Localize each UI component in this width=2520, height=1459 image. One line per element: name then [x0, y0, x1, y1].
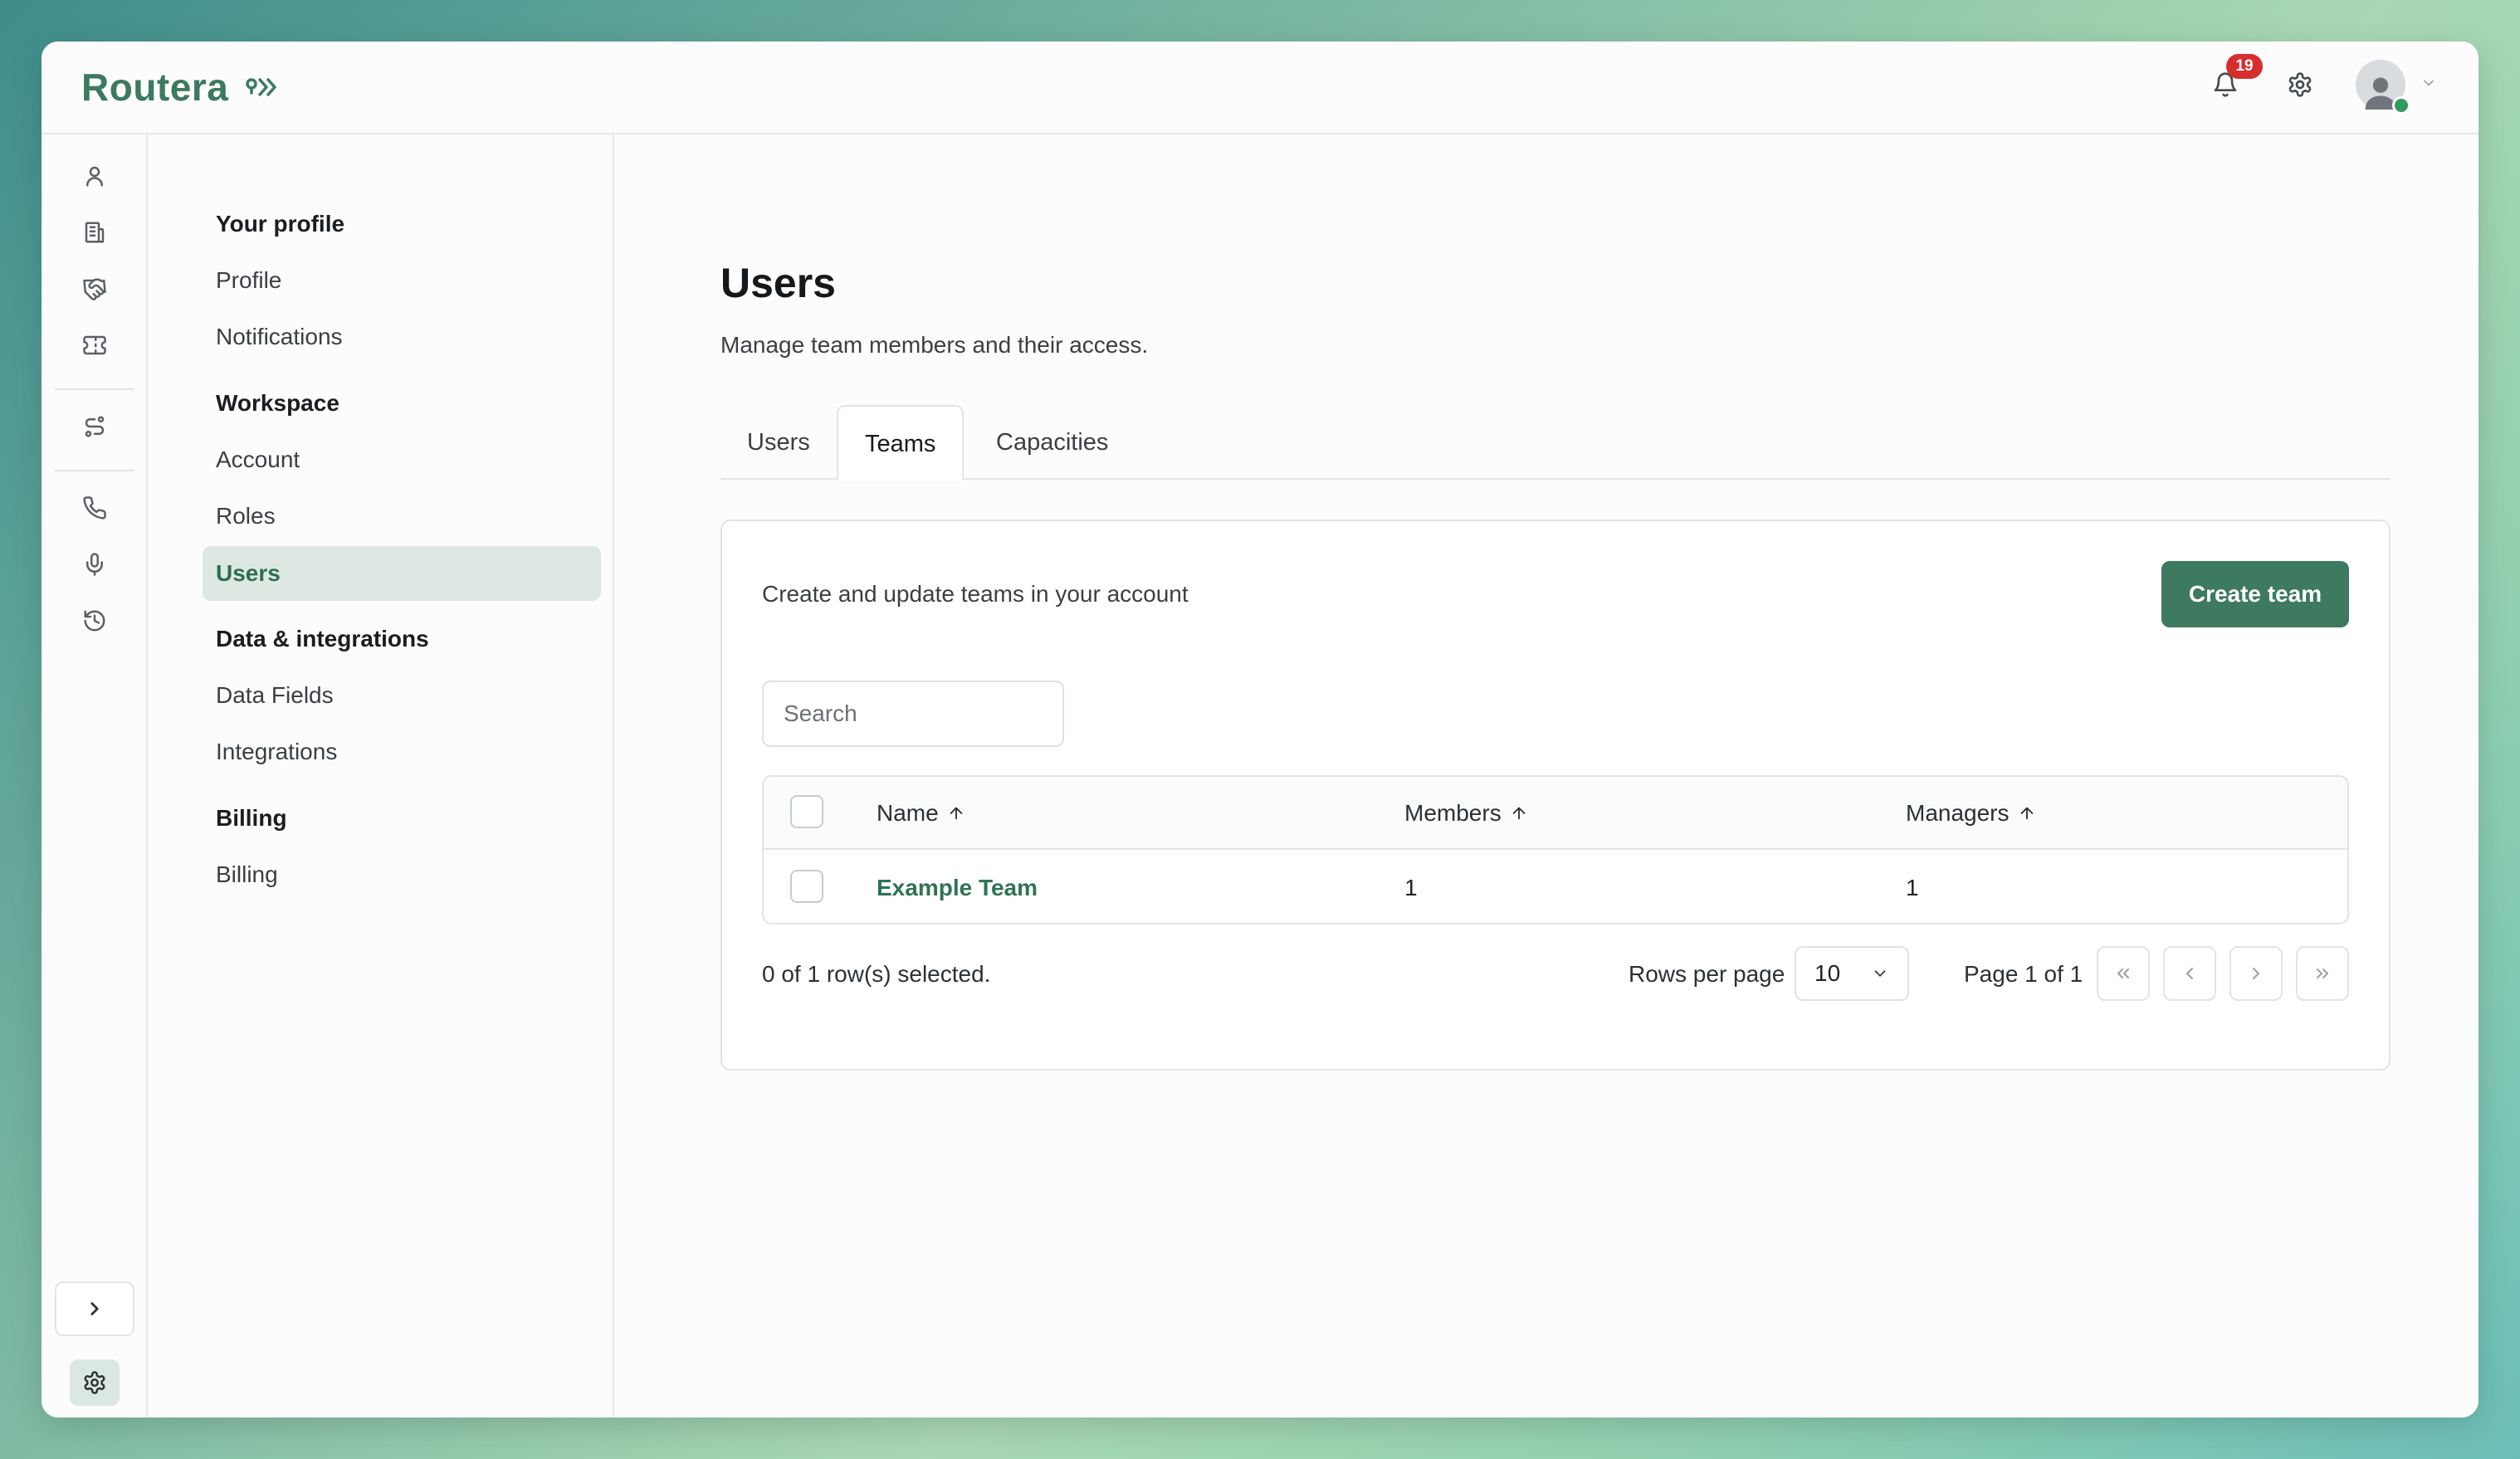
- chevron-left-icon: [2186, 968, 2193, 979]
- avatar: [2356, 60, 2410, 115]
- phone-icon: [83, 496, 106, 520]
- chevron-right-icon: [2253, 968, 2259, 979]
- previous-page-button[interactable]: [2163, 946, 2216, 1001]
- rail-calls[interactable]: [75, 488, 115, 528]
- card-description: Create and update teams in your account: [762, 581, 1189, 607]
- nav-heading-data-integrations: Data & integrations: [216, 626, 429, 651]
- rail-divider: [55, 470, 134, 471]
- last-page-button[interactable]: [2296, 946, 2349, 1001]
- top-bar: Routera 19: [42, 41, 2478, 134]
- nav-item-data-fields[interactable]: Data Fields: [216, 682, 334, 709]
- selection-status: 0 of 1 row(s) selected.: [762, 961, 991, 987]
- handshake-icon: [83, 278, 106, 300]
- nav-heading-workspace: Workspace: [216, 390, 339, 416]
- icon-rail: [42, 134, 148, 1418]
- rail-companies[interactable]: [75, 212, 115, 252]
- select-all-checkbox[interactable]: [790, 795, 823, 828]
- page-title: Users: [720, 260, 836, 306]
- rail-settings[interactable]: [70, 1359, 120, 1406]
- building-icon: [85, 222, 105, 243]
- notification-badge: 19: [2226, 54, 2263, 79]
- tab-users[interactable]: Users: [720, 405, 837, 480]
- tab-teams[interactable]: Teams: [837, 405, 965, 481]
- managers-count: 1: [1906, 875, 1919, 900]
- table-row[interactable]: Example Team 1 1: [764, 851, 2347, 923]
- page-indicator: Page 1 of 1: [1964, 961, 2083, 987]
- nav-item-integrations[interactable]: Integrations: [216, 739, 337, 765]
- chevrons-right-icon: [2317, 969, 2328, 978]
- rail-divider: [55, 388, 134, 390]
- nav-heading-billing: Billing: [216, 805, 287, 831]
- history-icon: [84, 610, 105, 632]
- arrow-up-icon: [2020, 807, 2033, 820]
- rail-toggle-panel[interactable]: [75, 1411, 115, 1418]
- rows-per-page-value: 10: [1814, 960, 1841, 986]
- search-input[interactable]: [762, 681, 1064, 747]
- settings-button[interactable]: [2281, 66, 2319, 104]
- nav-item-account[interactable]: Account: [216, 446, 300, 473]
- page-subtitle: Manage team members and their access.: [720, 332, 1149, 358]
- nav-item-roles[interactable]: Roles: [216, 503, 276, 529]
- expand-sidebar-button[interactable]: [55, 1281, 134, 1336]
- rows-per-page-select[interactable]: 10: [1795, 946, 1909, 1001]
- app-window: Routera 19 Your profile Profile Notifica…: [42, 41, 2478, 1418]
- column-header-managers[interactable]: Managers: [1906, 777, 2036, 850]
- rail-deals[interactable]: [75, 269, 115, 309]
- teams-table: Name Members Managers Example Team 1 1: [762, 775, 2349, 925]
- rail-tickets[interactable]: [75, 325, 115, 365]
- create-team-button[interactable]: Create team: [2161, 561, 2349, 627]
- column-header-members[interactable]: Members: [1404, 777, 1528, 850]
- column-header-label: Members: [1404, 800, 1502, 826]
- team-name-link[interactable]: Example Team: [877, 851, 1038, 923]
- arrow-up-icon: [1512, 807, 1526, 820]
- top-actions: 19: [2206, 54, 2437, 115]
- column-header-name[interactable]: Name: [877, 777, 965, 850]
- chevron-down-icon: [1874, 970, 1886, 977]
- microphone-icon: [86, 553, 103, 576]
- nav-item-billing[interactable]: Billing: [216, 861, 278, 888]
- logo[interactable]: Routera: [81, 65, 280, 110]
- column-header-label: Managers: [1906, 800, 2010, 826]
- gear-icon: [84, 1371, 105, 1394]
- online-status-dot: [2392, 96, 2410, 115]
- rows-per-page-label: Rows per page: [1629, 961, 1785, 987]
- chevron-right-icon: [90, 1302, 99, 1315]
- nav-heading-your-profile: Your profile: [216, 211, 345, 237]
- rail-history[interactable]: [75, 601, 115, 641]
- members-count: 1: [1404, 875, 1418, 900]
- notifications-button[interactable]: 19: [2206, 54, 2263, 104]
- user-icon: [86, 166, 103, 187]
- user-menu[interactable]: [2356, 60, 2437, 115]
- main-content: Users Manage team members and their acce…: [614, 134, 2478, 1418]
- chevrons-left-icon: [2117, 969, 2129, 978]
- next-page-button[interactable]: [2229, 946, 2283, 1001]
- rail-routing[interactable]: [75, 407, 115, 446]
- tab-capacities[interactable]: Capacities: [969, 405, 1135, 480]
- table-header: Name Members Managers: [764, 777, 2347, 850]
- tab-bar: Users Teams Capacities: [720, 405, 2391, 481]
- row-checkbox[interactable]: [790, 870, 823, 903]
- first-page-button[interactable]: [2097, 946, 2150, 1001]
- nav-item-notifications[interactable]: Notifications: [216, 324, 343, 350]
- gear-icon: [2288, 72, 2312, 97]
- brand-name: Routera: [81, 66, 229, 109]
- rail-profile[interactable]: [75, 156, 115, 196]
- chevron-down-icon: [2420, 75, 2437, 95]
- column-header-label: Name: [877, 800, 939, 826]
- nav-item-profile[interactable]: Profile: [216, 267, 281, 294]
- ticket-icon: [83, 335, 106, 355]
- logo-arrows-icon: [246, 78, 277, 96]
- nav-item-users[interactable]: Users: [203, 546, 601, 601]
- routing-icon: [85, 416, 105, 437]
- arrow-up-icon: [950, 807, 963, 820]
- rail-recordings[interactable]: [75, 544, 115, 584]
- settings-nav: Your profile Profile Notifications Works…: [149, 134, 614, 1418]
- teams-card: Create and update teams in your account …: [720, 520, 2391, 1071]
